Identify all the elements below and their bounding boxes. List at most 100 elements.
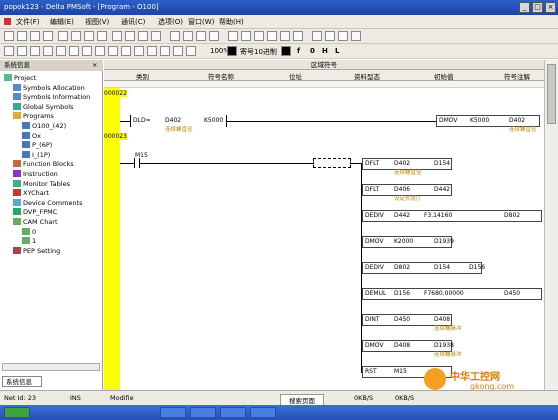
col-symbol-name[interactable]: 符号名称 (208, 71, 234, 81)
instruction-operand[interactable]: D450 (504, 290, 520, 297)
tree-item[interactable]: Symbols Information (13, 92, 90, 101)
contact-nc-icon[interactable] (30, 46, 40, 56)
menu-options[interactable]: 选项(O) (158, 17, 183, 27)
stop-icon[interactable] (293, 31, 303, 41)
instruction-operand[interactable]: M15 (394, 368, 407, 375)
tree-item[interactable]: Global Symbols (13, 102, 73, 111)
monitor-icon[interactable] (267, 31, 277, 41)
instruction-mnemonic[interactable]: DMOV (365, 342, 384, 349)
undo-icon[interactable] (97, 31, 107, 41)
radix-select[interactable]: 寄号10进制 (240, 47, 277, 57)
toggle-f[interactable]: f (297, 47, 300, 55)
instruction-operand[interactable]: D450 (394, 316, 410, 323)
coil-icon[interactable] (69, 46, 79, 56)
dmov-instruction[interactable]: DMOV (439, 117, 458, 124)
instruction-operand[interactable]: D156 (469, 264, 485, 271)
insert-row-icon[interactable] (121, 46, 131, 56)
online-icon[interactable] (228, 31, 238, 41)
menu-edit[interactable]: 编辑(E) (50, 17, 74, 27)
instruction-operand[interactable]: F3.14160 (424, 212, 452, 219)
help-icon[interactable] (351, 31, 361, 41)
tree-item[interactable]: O100_(42) (22, 121, 66, 130)
task-item[interactable] (160, 407, 186, 418)
ladder-editor[interactable]: 区域符号 类别 符号名称 位址 资料型态 初始值 符号注解 000022 000… (104, 60, 544, 390)
instruction-operand[interactable]: D156 (394, 290, 410, 297)
cursor-cell[interactable] (313, 158, 351, 168)
tree-item[interactable]: PEP Setting (13, 246, 60, 255)
tree-item[interactable]: Programs (13, 111, 54, 120)
setting-icon[interactable] (325, 31, 335, 41)
instruction-operand[interactable]: D154 (434, 264, 450, 271)
tree-item[interactable]: I_(1P) (22, 150, 50, 159)
col-datatype[interactable]: 资料型态 (354, 71, 380, 81)
copy-icon[interactable] (71, 31, 81, 41)
instruction-operand[interactable]: D154 (434, 160, 450, 167)
tree-item[interactable]: Project (4, 73, 36, 82)
instruction-operand[interactable]: D1939 (434, 238, 454, 245)
goto-icon[interactable] (138, 31, 148, 41)
dld-instruction[interactable]: DLD= (133, 117, 151, 124)
delete-col-icon[interactable] (160, 46, 170, 56)
panel-tab[interactable]: 系统信息 (2, 376, 42, 387)
col-comment[interactable]: 符号注解 (504, 71, 530, 81)
il-icon[interactable] (196, 31, 206, 41)
contact-label[interactable]: M15 (135, 152, 148, 159)
menu-comm[interactable]: 通讯(C) (121, 17, 145, 27)
delete-row-icon[interactable] (134, 46, 144, 56)
zoom-icon[interactable] (186, 46, 196, 56)
instruction-operand[interactable]: D408 (394, 342, 410, 349)
instruction-operand[interactable]: D442 (434, 186, 450, 193)
color-swatch-icon[interactable] (281, 46, 291, 56)
tree-item[interactable]: XYChart (13, 188, 49, 197)
tree-item[interactable]: Device Comments (13, 198, 83, 207)
open-icon[interactable] (17, 31, 27, 41)
instruction-mnemonic[interactable]: DEMUL (365, 290, 386, 297)
vline-icon[interactable] (95, 46, 105, 56)
instruction-mnemonic[interactable]: DFLT (365, 186, 379, 193)
tree-item[interactable]: Monitor Tables (13, 179, 70, 188)
tree-item[interactable]: DVP_FPMC (13, 207, 57, 216)
instruction-mnemonic[interactable]: DEDIV (365, 212, 384, 219)
instruction-operand[interactable]: D406 (394, 186, 410, 193)
task-item[interactable] (190, 407, 216, 418)
func-icon[interactable] (108, 46, 118, 56)
close-button[interactable]: × (545, 2, 556, 13)
hline-icon[interactable] (82, 46, 92, 56)
tree-item[interactable]: CAM Chart (13, 217, 58, 226)
scroll-thumb[interactable] (547, 64, 556, 124)
new-icon[interactable] (4, 31, 14, 41)
operand[interactable]: K5000 (470, 117, 489, 124)
instruction-operand[interactable]: D442 (394, 212, 410, 219)
cut-icon[interactable] (58, 31, 68, 41)
instruction-mnemonic[interactable]: DINT (365, 316, 380, 323)
task-item[interactable] (220, 407, 246, 418)
sfc-icon[interactable] (183, 31, 193, 41)
menu-view[interactable]: 视图(V) (85, 17, 109, 27)
net-icon[interactable] (173, 46, 183, 56)
tree-item[interactable]: P_(6P) (22, 140, 52, 149)
start-button[interactable] (4, 407, 30, 418)
col-category[interactable]: 类别 (136, 71, 149, 81)
paste-icon[interactable] (84, 31, 94, 41)
col-initial[interactable]: 初始值 (434, 71, 454, 81)
ladder-icon[interactable] (170, 31, 180, 41)
tree-item[interactable]: 1 (22, 236, 36, 245)
color-black-icon[interactable] (227, 46, 237, 56)
maximize-button[interactable]: □ (532, 2, 543, 13)
comment-icon[interactable] (338, 31, 348, 41)
instruction-mnemonic[interactable]: DMOV (365, 238, 384, 245)
instruction-operand[interactable]: F7680.00000 (424, 290, 464, 297)
instruction-operand[interactable]: D402 (394, 160, 410, 167)
download-icon[interactable] (254, 31, 264, 41)
instruction-mnemonic[interactable]: DFLT (365, 160, 379, 167)
instruction-operand[interactable]: D1938 (434, 342, 454, 349)
editor-vscrollbar[interactable] (544, 60, 558, 390)
find-icon[interactable] (112, 31, 122, 41)
rising-icon[interactable] (43, 46, 53, 56)
toggle-0[interactable]: 0 (310, 47, 315, 55)
tree-item[interactable]: Instruction (13, 169, 58, 178)
upload-icon[interactable] (241, 31, 251, 41)
dld-operand[interactable]: K5000 (204, 117, 223, 124)
device-icon[interactable] (312, 31, 322, 41)
instruction-mnemonic[interactable]: DEDIV (365, 264, 384, 271)
